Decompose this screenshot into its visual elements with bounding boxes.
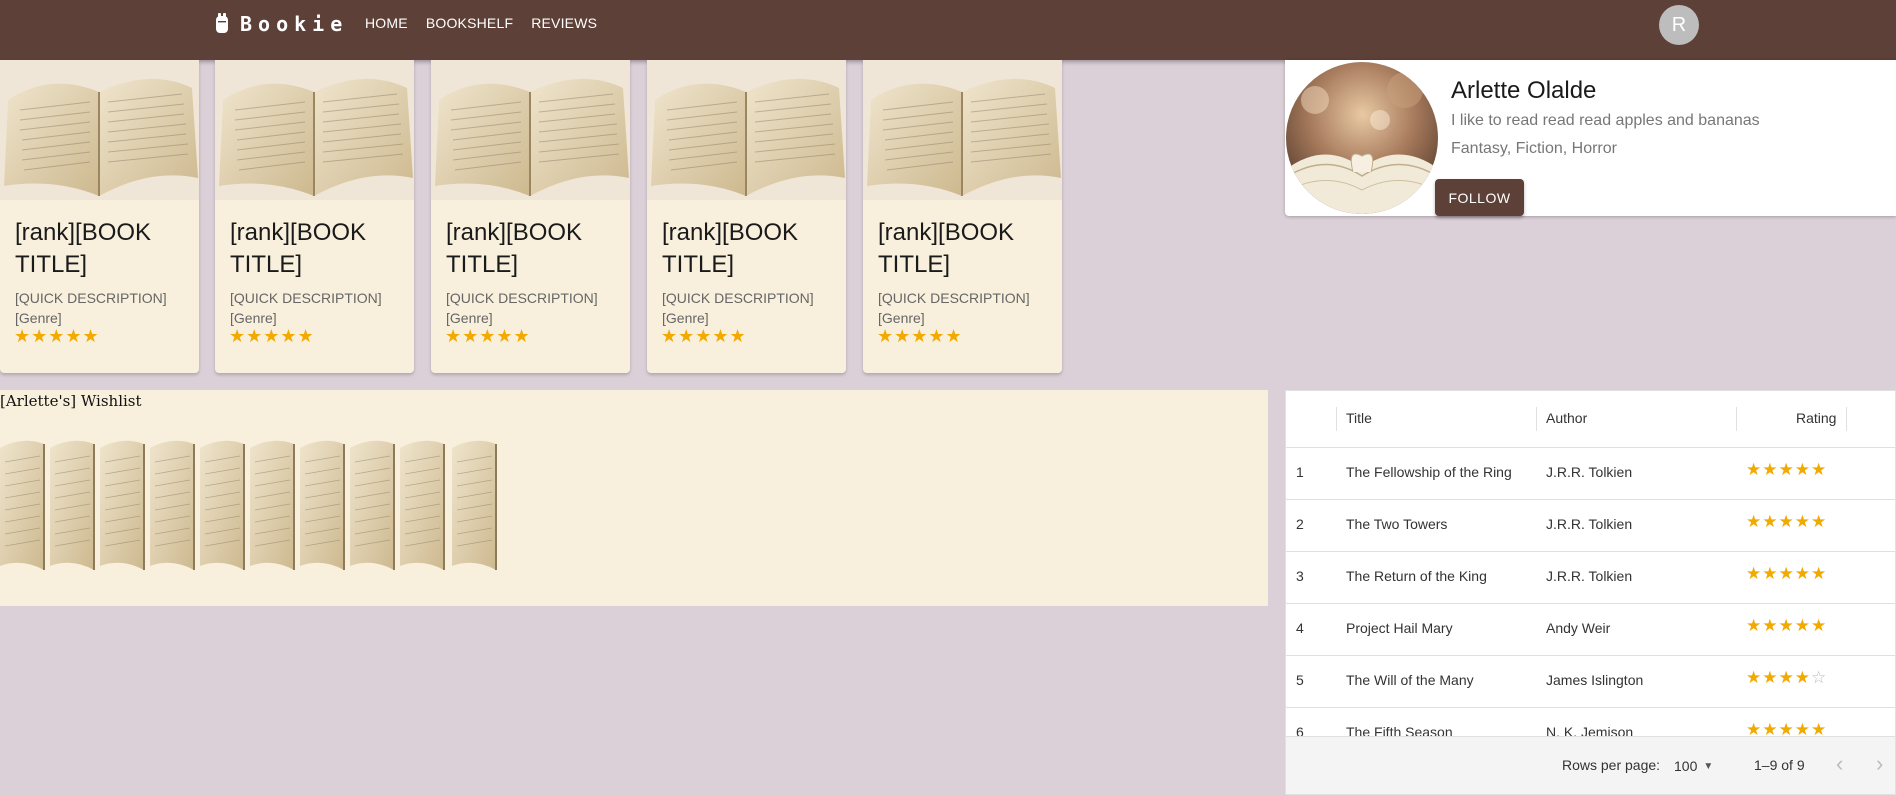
logo[interactable]: Bookie bbox=[214, 12, 348, 36]
row-author: J.R.R. Tolkien bbox=[1546, 516, 1633, 532]
profile-image bbox=[1286, 62, 1438, 214]
open-book-image bbox=[431, 60, 630, 200]
wishlist-book[interactable] bbox=[452, 430, 498, 570]
follow-button[interactable]: FOLLOW bbox=[1435, 179, 1524, 216]
row-title: Project Hail Mary bbox=[1346, 620, 1453, 636]
rows-per-page-label: Rows per page: bbox=[1562, 757, 1661, 773]
wishlist-book[interactable] bbox=[0, 430, 46, 570]
card-genre: [Genre] bbox=[446, 310, 493, 326]
prev-page-icon[interactable]: ‹ bbox=[1836, 751, 1843, 777]
card-title: [rank][BOOK TITLE] bbox=[878, 219, 1015, 278]
table-pagination: Rows per page: 100 ▼ 1–9 of 9 ‹ › bbox=[1286, 736, 1895, 794]
nav-home[interactable]: HOME bbox=[365, 15, 408, 31]
row-star-rating: ★★★★☆ bbox=[1746, 668, 1828, 687]
row-author: J.R.R. Tolkien bbox=[1546, 464, 1633, 480]
card-description: [QUICK DESCRIPTION] bbox=[230, 290, 382, 306]
card-description: [QUICK DESCRIPTION] bbox=[15, 290, 167, 306]
row-rank: 3 bbox=[1296, 568, 1304, 584]
table-row[interactable]: 3 The Return of the King J.R.R. Tolkien … bbox=[1286, 551, 1895, 604]
star-rating: ★★★★★ bbox=[661, 326, 747, 346]
card-genre: [Genre] bbox=[662, 310, 709, 326]
app-bar: Bookie HOME BOOKSHELF REVIEWS R bbox=[0, 0, 1896, 60]
open-book-image bbox=[647, 60, 846, 200]
book-logo-icon bbox=[216, 13, 228, 33]
row-rank: 5 bbox=[1296, 672, 1304, 688]
wishlist-panel: [Arlette's] Wishlist bbox=[0, 390, 1268, 606]
row-author: J.R.R. Tolkien bbox=[1546, 568, 1633, 584]
rows-per-page-value: 100 bbox=[1674, 758, 1698, 774]
card-genre: [Genre] bbox=[878, 310, 925, 326]
card-description: [QUICK DESCRIPTION] bbox=[878, 290, 1030, 306]
column-separator[interactable] bbox=[1736, 407, 1737, 431]
book-card[interactable]: [rank][BOOK TITLE] [QUICK DESCRIPTION] [… bbox=[0, 60, 199, 373]
column-header-author[interactable]: Author bbox=[1546, 410, 1587, 426]
card-title: [rank][BOOK TITLE] bbox=[15, 219, 152, 278]
user-avatar[interactable]: R bbox=[1659, 5, 1699, 45]
wishlist-book[interactable] bbox=[100, 430, 146, 570]
book-card[interactable]: [rank][BOOK TITLE] [QUICK DESCRIPTION] [… bbox=[647, 60, 846, 373]
row-title: The Return of the King bbox=[1346, 568, 1487, 584]
row-author: James Islington bbox=[1546, 672, 1644, 688]
wishlist-book[interactable] bbox=[400, 430, 446, 570]
card-description: [QUICK DESCRIPTION] bbox=[662, 290, 814, 306]
open-book-image bbox=[215, 60, 414, 200]
card-description: [QUICK DESCRIPTION] bbox=[446, 290, 598, 306]
row-rank: 4 bbox=[1296, 620, 1304, 636]
star-rating: ★★★★★ bbox=[877, 326, 963, 346]
table-row[interactable]: 5 The Will of the Many James Islington ★… bbox=[1286, 655, 1895, 708]
book-card[interactable]: [rank][BOOK TITLE] [QUICK DESCRIPTION] [… bbox=[863, 60, 1062, 373]
wishlist-book[interactable] bbox=[300, 430, 346, 570]
row-rank: 1 bbox=[1296, 464, 1304, 480]
card-genre: [Genre] bbox=[15, 310, 62, 326]
profile-genres: Fantasy, Fiction, Horror bbox=[1451, 140, 1617, 157]
card-title: [rank][BOOK TITLE] bbox=[662, 219, 799, 278]
table-row[interactable]: 2 The Two Towers J.R.R. Tolkien ★★★★★ bbox=[1286, 499, 1895, 552]
table-row[interactable]: 1 The Fellowship of the Ring J.R.R. Tolk… bbox=[1286, 447, 1895, 500]
row-title: The Fellowship of the Ring bbox=[1346, 464, 1512, 480]
card-title: [rank][BOOK TITLE] bbox=[230, 219, 367, 278]
main-nav: HOME BOOKSHELF REVIEWS bbox=[365, 15, 597, 31]
row-title: The Two Towers bbox=[1346, 516, 1448, 532]
next-page-icon[interactable]: › bbox=[1876, 751, 1883, 777]
profile-bio: I like to read read read apples and bana… bbox=[1451, 112, 1760, 129]
dropdown-arrow-icon: ▼ bbox=[1703, 760, 1714, 772]
column-header-title[interactable]: Title bbox=[1346, 410, 1372, 426]
pagination-range: 1–9 of 9 bbox=[1754, 757, 1805, 773]
profile-name: Arlette Olalde bbox=[1451, 77, 1597, 104]
wishlist-title: [Arlette's] Wishlist bbox=[0, 392, 142, 410]
row-star-rating: ★★★★★ bbox=[1746, 564, 1828, 583]
star-rating: ★★★★★ bbox=[445, 326, 531, 346]
column-separator[interactable] bbox=[1536, 407, 1537, 431]
profile-card: Arlette Olalde I like to read read read … bbox=[1285, 60, 1896, 216]
rows-per-page-select[interactable]: 100 ▼ bbox=[1674, 751, 1713, 781]
row-star-rating: ★★★★★ bbox=[1746, 512, 1828, 531]
card-genre: [Genre] bbox=[230, 310, 277, 326]
open-book-image bbox=[863, 60, 1062, 200]
nav-bookshelf[interactable]: BOOKSHELF bbox=[426, 15, 513, 31]
row-author: Andy Weir bbox=[1546, 620, 1611, 636]
row-title: The Will of the Many bbox=[1346, 672, 1474, 688]
wishlist-book[interactable] bbox=[250, 430, 296, 570]
column-separator[interactable] bbox=[1846, 407, 1847, 431]
wishlist-book[interactable] bbox=[50, 430, 96, 570]
star-rating: ★★★★★ bbox=[229, 326, 315, 346]
wishlist-book[interactable] bbox=[200, 430, 246, 570]
card-title: [rank][BOOK TITLE] bbox=[446, 219, 583, 278]
nav-reviews[interactable]: REVIEWS bbox=[531, 15, 597, 31]
row-star-rating: ★★★★★ bbox=[1746, 460, 1828, 479]
open-book-image bbox=[0, 60, 199, 200]
logo-text: Bookie bbox=[240, 12, 349, 36]
wishlist-book[interactable] bbox=[350, 430, 396, 570]
column-header-rating[interactable]: Rating bbox=[1796, 410, 1836, 426]
ratings-table: Title Author Rating 1 The Fellowship of … bbox=[1285, 390, 1896, 795]
star-rating: ★★★★★ bbox=[14, 326, 100, 346]
book-card[interactable]: [rank][BOOK TITLE] [QUICK DESCRIPTION] [… bbox=[215, 60, 414, 373]
table-row[interactable]: 4 Project Hail Mary Andy Weir ★★★★★ bbox=[1286, 603, 1895, 656]
book-card[interactable]: [rank][BOOK TITLE] [QUICK DESCRIPTION] [… bbox=[431, 60, 630, 373]
column-separator[interactable] bbox=[1336, 407, 1337, 431]
row-star-rating: ★★★★★ bbox=[1746, 616, 1828, 635]
row-rank: 2 bbox=[1296, 516, 1304, 532]
table-header: Title Author Rating bbox=[1286, 391, 1895, 448]
wishlist-book[interactable] bbox=[150, 430, 196, 570]
